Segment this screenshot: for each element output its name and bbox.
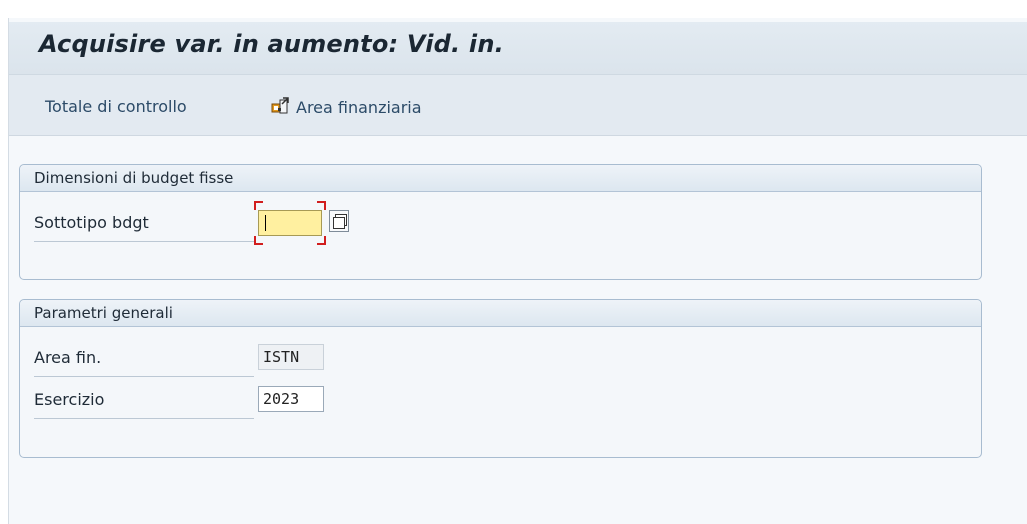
totale-di-controllo-button[interactable]: Totale di controllo xyxy=(45,97,187,116)
row-separator xyxy=(34,418,254,419)
application-toolbar: Totale di controllo Area finanziaria xyxy=(9,75,1027,136)
area-fin-row: Area fin. ISTN xyxy=(20,340,981,377)
group-title: Dimensioni di budget fisse xyxy=(20,165,981,192)
esercizio-row: Esercizio 2023 xyxy=(20,382,981,419)
area-finanziaria-label: Area finanziaria xyxy=(296,97,422,117)
row-separator xyxy=(34,376,254,377)
group-dimensioni-budget: Dimensioni di budget fisse Sottotipo bdg… xyxy=(19,164,982,280)
display-change-icon xyxy=(271,97,291,117)
area-fin-field: ISTN xyxy=(258,344,324,370)
title-bar: Acquisire var. in aumento: Vid. in. xyxy=(9,22,1027,75)
page-title: Acquisire var. in aumento: Vid. in. xyxy=(39,30,504,58)
sottotipo-input[interactable] xyxy=(258,210,322,236)
sottotipo-label: Sottotipo bdgt xyxy=(34,213,149,232)
group-title: Parametri generali xyxy=(20,300,981,327)
group-parametri-generali: Parametri generali Area fin. ISTN Eserci… xyxy=(19,299,982,458)
required-field-marker xyxy=(254,201,326,245)
esercizio-input[interactable]: 2023 xyxy=(258,386,324,412)
totale-label: Totale di controllo xyxy=(45,97,187,116)
area-fin-label: Area fin. xyxy=(34,348,102,367)
area-finanziaria-button[interactable]: Area finanziaria xyxy=(271,97,422,117)
text-cursor xyxy=(265,215,266,231)
sap-screen: Acquisire var. in aumento: Vid. in. Tota… xyxy=(8,18,1027,524)
row-separator xyxy=(34,241,254,242)
sottotipo-row: Sottotipo bdgt xyxy=(20,201,981,245)
value-help-button[interactable] xyxy=(329,210,349,232)
esercizio-label: Esercizio xyxy=(34,390,105,409)
